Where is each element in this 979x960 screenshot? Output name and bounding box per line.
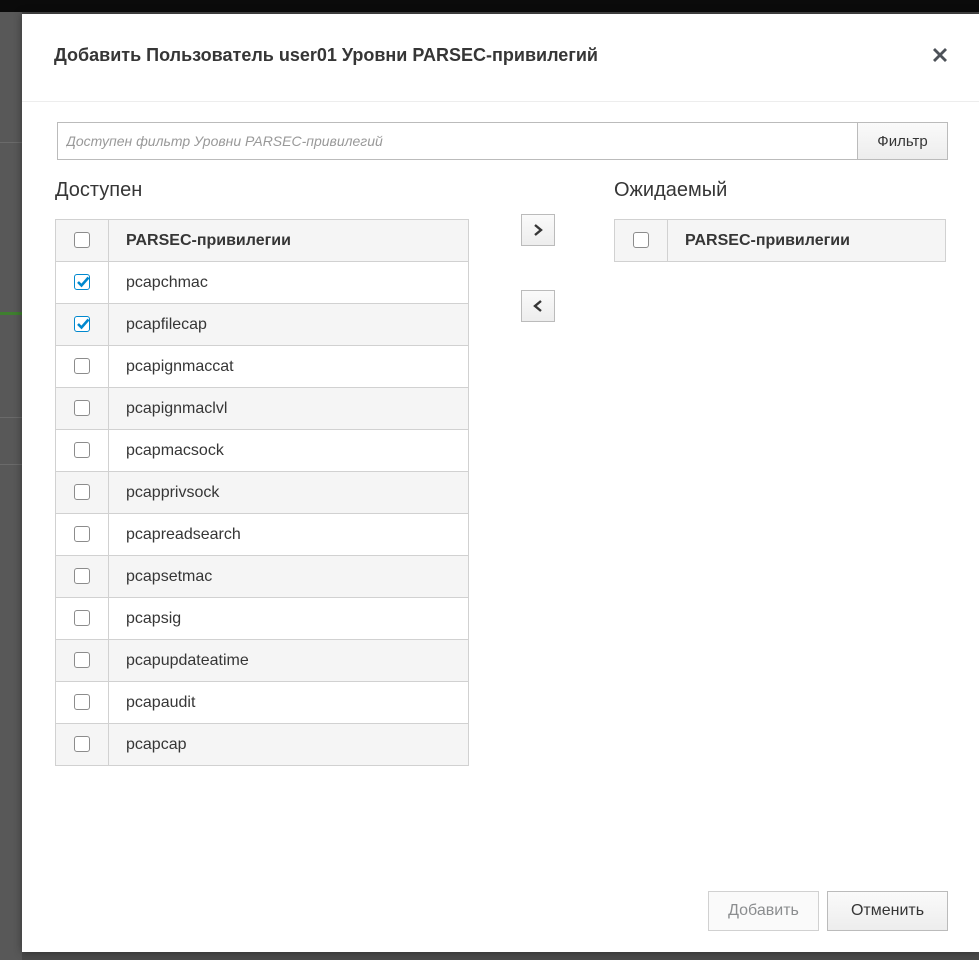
row-checkbox-cell (55, 471, 109, 514)
available-table: PARSEC-привилегии pcapchmac pcapfilecap pc… (55, 219, 469, 766)
row-checkbox[interactable] (74, 358, 90, 375)
background-left-edge (0, 12, 22, 960)
pending-select-all-checkbox[interactable] (633, 232, 649, 249)
row-checkbox[interactable] (74, 274, 90, 291)
move-to-available-button[interactable] (521, 290, 555, 322)
background-top-bar (0, 0, 979, 12)
row-checkbox-cell (55, 513, 109, 556)
row-checkbox[interactable] (74, 694, 90, 711)
chevron-right-icon (534, 224, 543, 236)
background-divider (0, 464, 22, 465)
row-checkbox-cell (55, 723, 109, 766)
close-button[interactable] (925, 40, 955, 70)
row-checkbox-cell (55, 387, 109, 430)
cancel-button[interactable]: Отменить (827, 891, 948, 931)
row-checkbox[interactable] (74, 652, 90, 669)
table-row[interactable]: pcapcap (55, 723, 469, 766)
available-column-header[interactable]: PARSEC-привилегии (108, 219, 469, 262)
row-name: pcapsetmac (108, 555, 469, 598)
available-label: Доступен (55, 179, 143, 201)
row-checkbox-cell (55, 303, 109, 346)
filter-button[interactable]: Фильтр (857, 122, 948, 160)
close-icon (933, 48, 947, 62)
pending-label: Ожидаемый (614, 179, 728, 201)
row-checkbox[interactable] (74, 526, 90, 543)
table-row[interactable]: pcapupdateatime (55, 639, 469, 682)
table-row[interactable]: pcapmacsock (55, 429, 469, 472)
dialog-title: Добавить Пользователь user01 Уровни PARS… (54, 45, 598, 65)
table-row[interactable]: pcapchmac (55, 261, 469, 304)
row-checkbox[interactable] (74, 442, 90, 459)
table-row[interactable]: pcapaudit (55, 681, 469, 724)
row-name: pcapignmaclvl (108, 387, 469, 430)
row-checkbox[interactable] (74, 316, 90, 333)
row-checkbox-cell (55, 429, 109, 472)
row-name: pcapignmaccat (108, 345, 469, 388)
table-row[interactable]: pcapignmaccat (55, 345, 469, 388)
row-checkbox-cell (55, 261, 109, 304)
row-name: pcapcap (108, 723, 469, 766)
row-name: pcapupdateatime (108, 639, 469, 682)
checkmark-icon (77, 276, 90, 288)
table-row[interactable]: pcapignmaclvl (55, 387, 469, 430)
background-accent-line (0, 312, 22, 315)
row-checkbox-cell (55, 681, 109, 724)
row-checkbox-cell (55, 639, 109, 682)
filter-row: Фильтр (57, 122, 948, 160)
chevron-left-icon (533, 300, 542, 312)
available-select-all-cell (55, 219, 109, 262)
row-name: pcapmacsock (108, 429, 469, 472)
row-name: pcapfilecap (108, 303, 469, 346)
row-name: pcapprivsock (108, 471, 469, 514)
row-checkbox-cell (55, 555, 109, 598)
row-checkbox-cell (55, 345, 109, 388)
move-to-pending-button[interactable] (521, 214, 555, 246)
row-checkbox[interactable] (74, 568, 90, 585)
pending-select-all-cell (614, 219, 668, 262)
row-checkbox-cell (55, 597, 109, 640)
add-privileges-dialog: Добавить Пользователь user01 Уровни PARS… (22, 14, 979, 952)
row-checkbox[interactable] (74, 610, 90, 627)
row-checkbox[interactable] (74, 736, 90, 753)
available-select-all-checkbox[interactable] (74, 232, 90, 249)
row-name: pcapaudit (108, 681, 469, 724)
table-row[interactable]: pcapsig (55, 597, 469, 640)
background-divider (0, 417, 22, 418)
row-name: pcapsig (108, 597, 469, 640)
checkmark-icon (77, 318, 90, 330)
table-row[interactable]: pcapreadsearch (55, 513, 469, 556)
row-name: pcapchmac (108, 261, 469, 304)
row-checkbox[interactable] (74, 484, 90, 501)
pending-column-header[interactable]: PARSEC-привилегии (667, 219, 946, 262)
add-button[interactable]: Добавить (708, 891, 819, 931)
row-name: pcapreadsearch (108, 513, 469, 556)
table-row[interactable]: pcapfilecap (55, 303, 469, 346)
table-row[interactable]: pcapsetmac (55, 555, 469, 598)
filter-input[interactable] (57, 122, 857, 160)
dialog-header: Добавить Пользователь user01 Уровни PARS… (22, 14, 979, 102)
row-checkbox[interactable] (74, 400, 90, 417)
pending-table: PARSEC-привилегии (614, 219, 946, 262)
table-row[interactable]: pcapprivsock (55, 471, 469, 514)
background-divider (0, 142, 22, 143)
